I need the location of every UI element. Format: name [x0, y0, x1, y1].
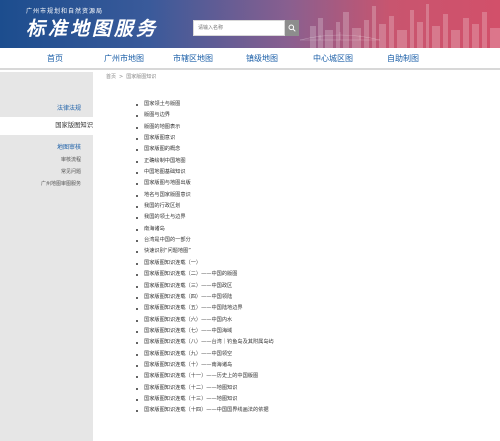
sidebar-active-label: 国家版图知识 [0, 117, 93, 135]
breadcrumb: 首页 > 国家版图知识 [106, 73, 159, 80]
search-icon [288, 24, 296, 32]
sidebar-item-national-territory-knowledge[interactable]: 国家版图知识 [0, 117, 93, 135]
search-button[interactable] [285, 20, 299, 36]
article-link[interactable]: 国家版图知识连载（八）——台湾｜钓鱼岛及其附属岛屿 [136, 337, 274, 348]
sidebar-sub-review-process[interactable]: 审核流程 [61, 156, 81, 163]
nav-district-map[interactable]: 市辖区地图 [173, 48, 213, 70]
breadcrumb-separator: > [119, 74, 124, 80]
nav-home[interactable]: 首页 [47, 48, 63, 70]
main-nav: 首页 广州市地图 市辖区地图 镇级地图 中心城区图 自助制图 [0, 48, 500, 70]
article-link[interactable]: 国家版图知识连载（九）——中国领空 [136, 349, 274, 360]
article-link[interactable]: 国家版图知识连载（十四）——中国国界线画法的依据 [136, 405, 274, 416]
sidebar-item-map-review[interactable]: 地图审核 [57, 142, 81, 151]
article-link[interactable]: 国家版图知识连载（三）——中国政区 [136, 281, 274, 292]
article-link[interactable]: 我国的领土与边界 [136, 212, 274, 223]
nav-city-center-map[interactable]: 中心城区图 [313, 48, 353, 70]
article-link[interactable]: 国家版图知识连载（十三）——地图知识 [136, 394, 274, 405]
article-link[interactable]: 国家版图知识连载（十二）——地图知识 [136, 383, 274, 394]
article-link[interactable]: 国家版图知识连载（一） [136, 258, 274, 269]
article-link[interactable]: 南海诸岛 [136, 224, 274, 235]
sidebar-sub-review-service[interactable]: 广州地图审图服务 [41, 180, 81, 187]
article-link[interactable]: 正确绘制中国地图 [136, 156, 274, 167]
nav-custom-mapping[interactable]: 自助制图 [387, 48, 419, 70]
article-link[interactable]: 国家版图知识连载（十一）——历史上的中国版图 [136, 371, 274, 382]
breadcrumb-current: 国家版图知识 [126, 74, 157, 80]
article-list: 国家领土与版图 版图与边界 版图的地图表示 国家版图意识 国家版图的概念 正确绘制中国地图… [136, 99, 274, 417]
article-link[interactable]: 台湾是中国的一部分 [136, 235, 274, 246]
article-link[interactable]: 我国的行政区划 [136, 201, 274, 212]
article-link[interactable]: 国家版图知识连载（四）——中国领陆 [136, 292, 274, 303]
sidebar: 法律法规 国家版图知识 地图审核 审核流程 常见问题 广州地图审图服务 [0, 72, 93, 441]
site-title: 标准地图服务 [26, 18, 159, 40]
article-link[interactable]: 快速识别“问题地图” [136, 246, 274, 257]
article-link[interactable]: 国家版图知识连载（六）——中国内水 [136, 315, 274, 326]
nav-guangzhou-map[interactable]: 广州市地图 [104, 48, 144, 70]
article-link[interactable]: 中国地图基础知识 [136, 167, 274, 178]
header-banner: 广州市规划和自然资源局 标准地图服务 [0, 0, 500, 48]
article-link[interactable]: 国家版图意识 [136, 133, 274, 144]
article-link[interactable]: 国家领土与版图 [136, 99, 274, 110]
article-link[interactable]: 国家版图知识连载（五）——中国陆地边界 [136, 303, 274, 314]
article-link[interactable]: 版图与边界 [136, 110, 274, 121]
breadcrumb-home[interactable]: 首页 [106, 74, 116, 80]
article-link[interactable]: 地名与国家版图意识 [136, 190, 274, 201]
nav-town-map[interactable]: 镇级地图 [246, 48, 278, 70]
article-link[interactable]: 国家版图知识连载（七）——中国海域 [136, 326, 274, 337]
sidebar-active-text: 国家版图知识 [55, 122, 93, 129]
article-link[interactable]: 国家版图知识连载（十）——南海诸岛 [136, 360, 274, 371]
sidebar-sub-faq[interactable]: 常见问题 [61, 168, 81, 175]
article-link[interactable]: 国家版图的概念 [136, 144, 274, 155]
article-link[interactable]: 国家版图与地图出版 [136, 178, 274, 189]
article-link[interactable]: 国家版图知识连载（二）——中国的版图 [136, 269, 274, 280]
search-input[interactable] [193, 20, 285, 36]
article-link[interactable]: 版图的地图表示 [136, 122, 274, 133]
sidebar-item-laws[interactable]: 法律法规 [57, 103, 81, 112]
